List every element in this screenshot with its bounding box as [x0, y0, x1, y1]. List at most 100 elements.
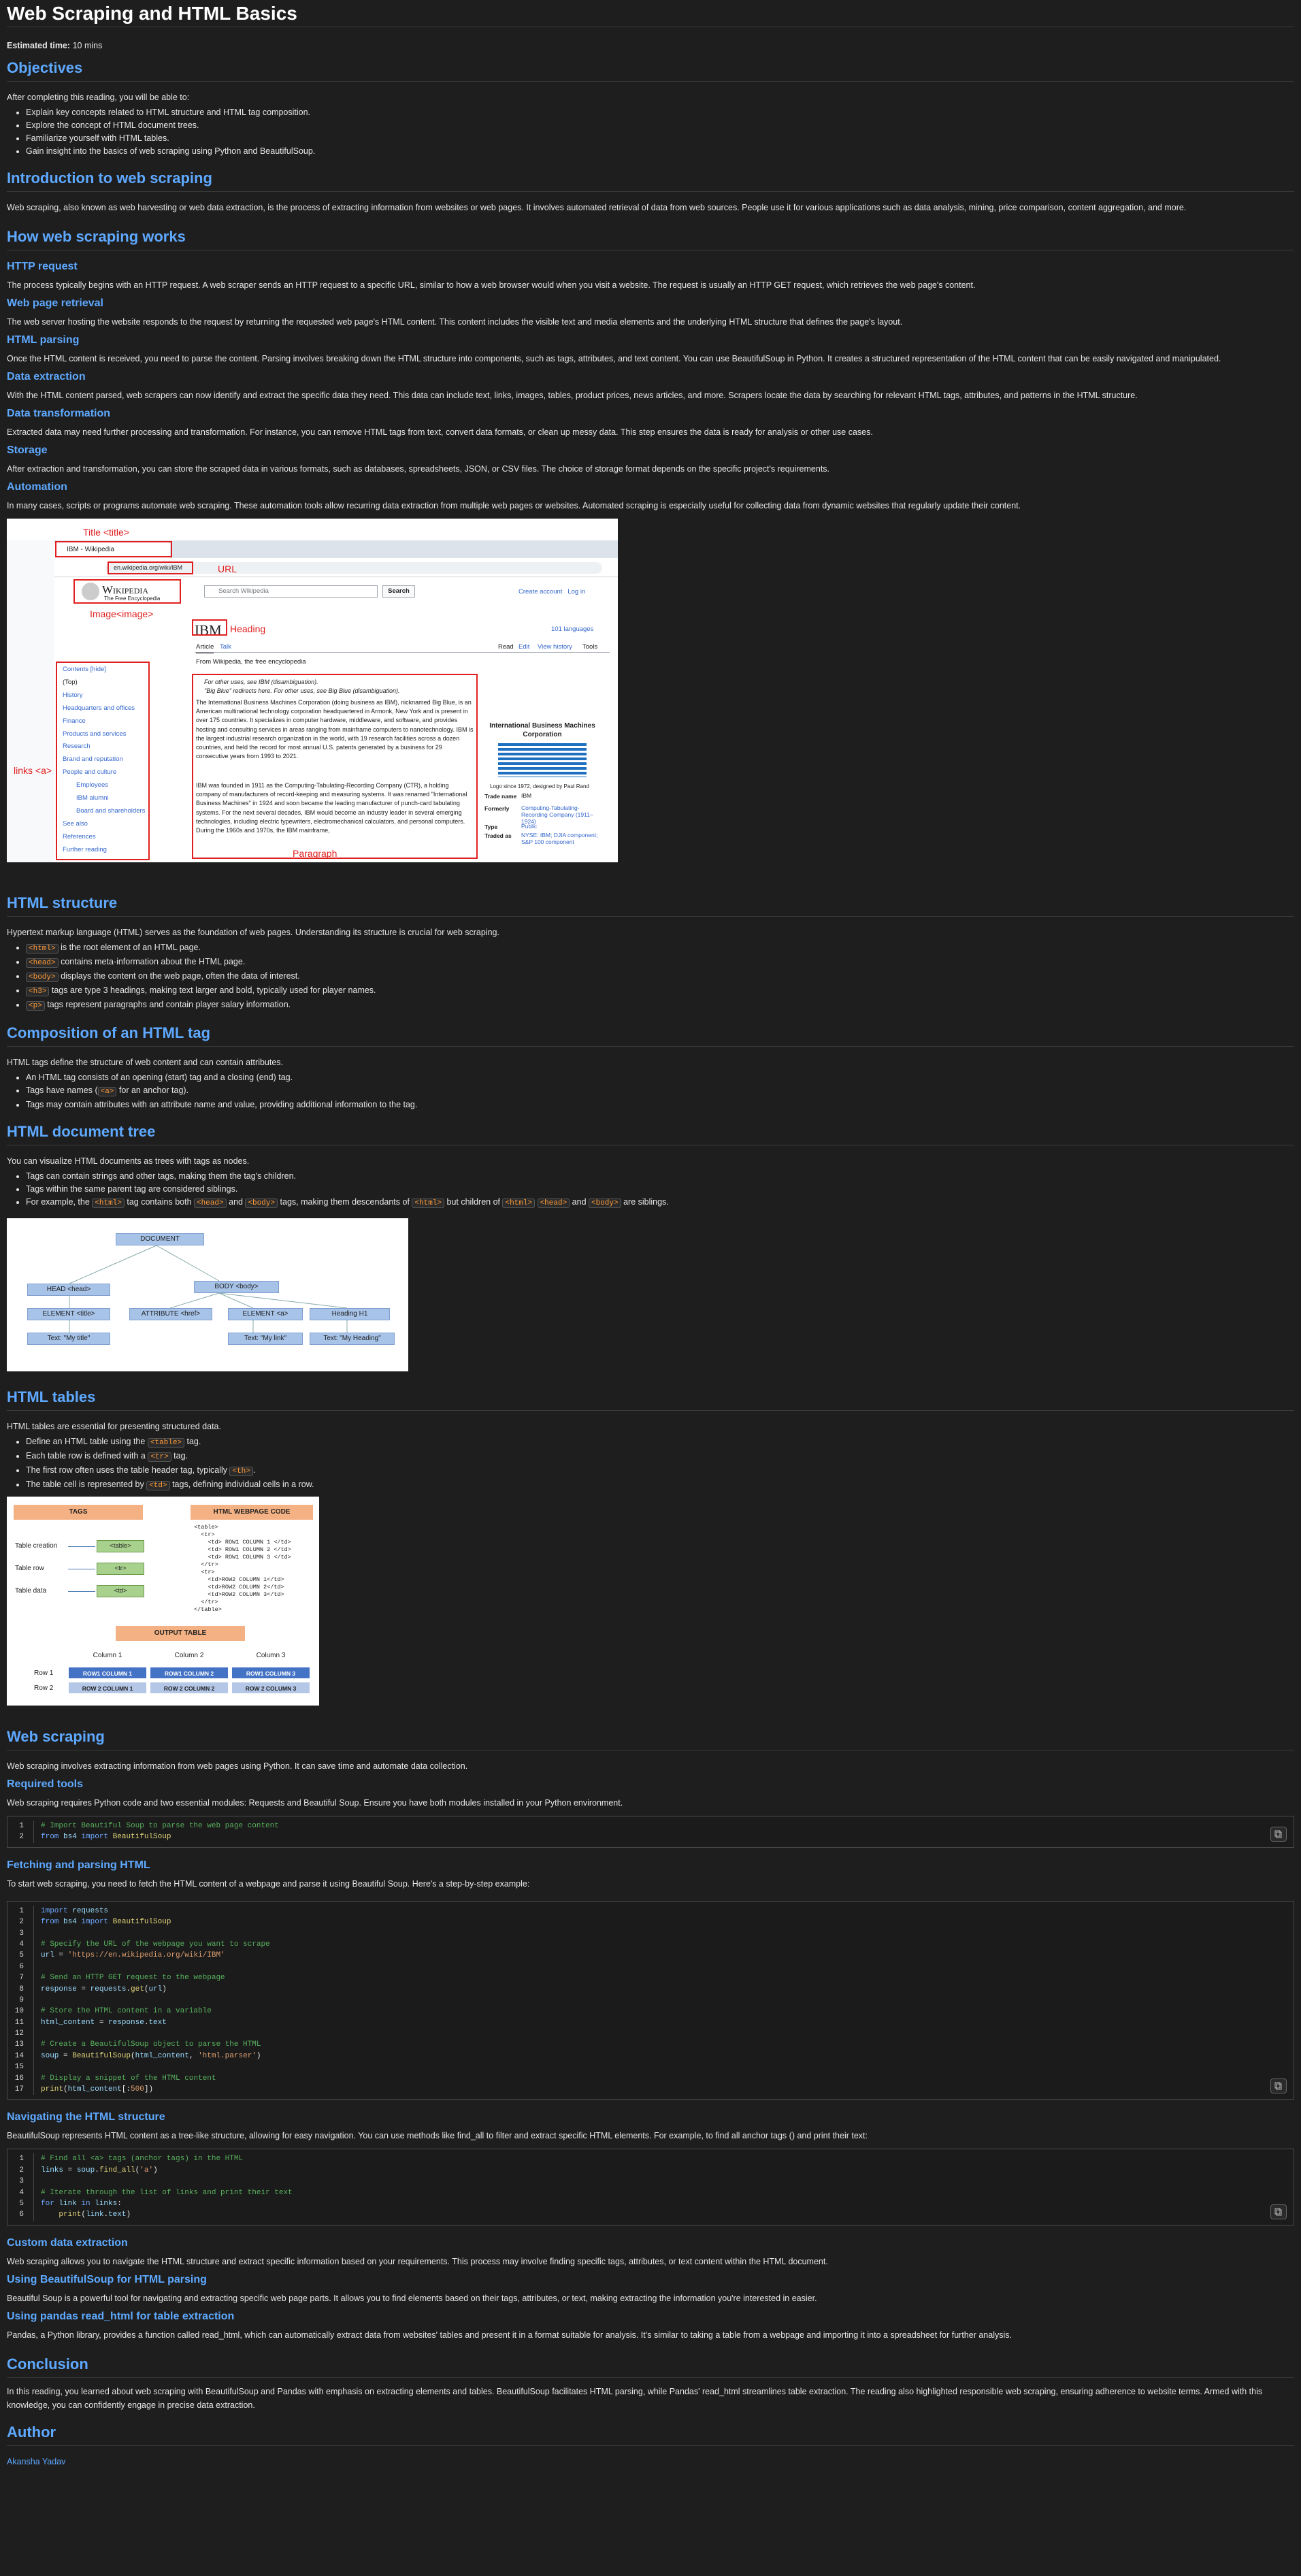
tree-node: HEAD <head> [27, 1284, 110, 1296]
code-line: 13 # Create a BeautifulSoup object to par… [7, 2039, 1294, 2051]
code-line: 8 response = requests.get(url) [7, 1983, 1294, 1995]
copy-code-button[interactable] [1270, 2204, 1287, 2219]
search-input[interactable]: Search Wikipedia [204, 585, 378, 598]
heading-label: Heading [230, 623, 266, 634]
intro-heading: Introduction to web scraping [7, 165, 1294, 192]
code-line: 7 # Send an HTTP GET request to the webpa… [7, 1972, 1294, 1984]
line-number: 7 [19, 1974, 24, 1983]
tab-talk[interactable]: Talk [220, 642, 231, 652]
heading-highlight-box [192, 619, 227, 636]
intro-text: Web scraping, also known as web harvesti… [7, 203, 1187, 212]
infobox-value: Computing-Tabulating-Recording Company (… [521, 804, 593, 825]
estimated-time: Estimated time: 10 mins [7, 41, 103, 50]
tree-heading: HTML document tree [7, 1118, 1294, 1145]
code-line: 1 # Import Beautiful Soup to parse the we… [7, 1821, 1294, 1832]
code-line: 3 [7, 1927, 1294, 1939]
list-item: For example, the <html> tag contains bot… [26, 1196, 1294, 1210]
copy-code-button[interactable] [1270, 2078, 1287, 2094]
action-tools[interactable]: Tools [582, 642, 597, 652]
composition-intro: HTML tags define the structure of web co… [7, 1058, 284, 1067]
structure-list: <html> is the root element of an HTML pa… [7, 941, 1294, 1013]
list-item: Tags can contain strings and other tags,… [26, 1170, 1294, 1183]
tree-list: Tags can contain strings and other tags,… [7, 1170, 1294, 1210]
code-line: 5 for link in links: [7, 2198, 1294, 2210]
tag-box: <table> [97, 1540, 144, 1552]
tables-intro: HTML tables are essential for presenting… [7, 1422, 221, 1431]
output-cell: ROW 2 COLUMN 2 [150, 1682, 229, 1694]
code-block-imports: 1 # Import Beautiful Soup to parse the we… [7, 1816, 1294, 1848]
section-heading: Storage [7, 444, 48, 456]
list-item: The table cell is represented by <td> ta… [26, 1478, 1294, 1493]
tree-node: ELEMENT <title> [27, 1308, 110, 1320]
title-label: Title <title> [83, 527, 129, 538]
line-number: 6 [19, 1962, 24, 1971]
output-cell: ROW1 COLUMN 2 [150, 1667, 229, 1679]
copy-icon [1274, 2208, 1282, 2216]
list-item: An HTML tag consists of an opening (star… [26, 1071, 1294, 1084]
list-item: Tags have names (<a> for an anchor tag). [26, 1084, 1294, 1098]
code-line: <td> ROW1 COLUMN 3 </td> [194, 1554, 291, 1561]
tree-node: ATTRIBUTE <href> [129, 1308, 212, 1320]
code-line: 1 import requests [7, 1905, 1294, 1917]
author-link[interactable]: Akansha Yadav [7, 2457, 65, 2466]
account-links[interactable]: Create account Log in [518, 587, 585, 597]
tags-title: TAGS [14, 1505, 143, 1520]
languages-button[interactable]: 101 languages [551, 625, 593, 634]
action-edit[interactable]: Edit [518, 642, 529, 652]
bs-text: Beautiful Soup is a powerful tool for na… [7, 2293, 817, 2303]
list-item: <p> tags represent paragraphs and contai… [26, 998, 1294, 1013]
tree-node: Text: "My Heading" [310, 1333, 395, 1345]
section-heading: Automation [7, 481, 67, 493]
tag-row-label: Table creation [15, 1542, 58, 1550]
infobox-value: IBM [521, 792, 532, 799]
wikipedia-annotated-figure: IBM - Wikipedia en.wikipedia.org/wiki/IB… [7, 519, 618, 862]
output-col-header: Column 2 [174, 1652, 204, 1659]
code-line: <tr> [194, 1531, 215, 1538]
section-heading: HTML parsing [7, 334, 80, 346]
conclusion-text: In this reading, you learned about web s… [7, 2386, 1263, 2410]
fetch-text: To start web scraping, you need to fetch… [7, 1878, 530, 1889]
url-label: URL [218, 564, 237, 574]
custom-text: Web scraping allows you to navigate the … [7, 2256, 828, 2266]
output-col-header: Column 1 [93, 1652, 122, 1659]
line-number: 5 [19, 2199, 24, 2208]
tree-node: Text: "My link" [228, 1333, 303, 1345]
logo-caption: Logo since 1972, designed by Paul Rand [490, 783, 589, 789]
list-item: <head> contains meta-information about t… [26, 956, 1294, 970]
code-line: 17 print(html_content[:500]) [7, 2084, 1294, 2096]
output-cell: ROW 2 COLUMN 3 [231, 1682, 310, 1694]
code-line: 5 url = 'https://en.wikipedia.org/wiki/IB… [7, 1950, 1294, 1961]
copy-code-button[interactable] [1270, 1826, 1287, 1842]
list-item: <h3> tags are type 3 headings, making te… [26, 984, 1294, 998]
section-text: Extracted data may need further processi… [7, 427, 873, 437]
list-item: Tags may contain attributes with an attr… [26, 1098, 1294, 1111]
copy-icon [1274, 1830, 1282, 1838]
list-item: Explore the concept of HTML document tre… [26, 119, 1294, 132]
code-line: 1 # Find all <a> tags (anchor tags) in th… [7, 2153, 1294, 2165]
author-heading: Author [7, 2419, 1294, 2446]
list-item: Define an HTML table using the <table> t… [26, 1435, 1294, 1450]
list-item: Familiarize yourself with HTML tables. [26, 132, 1294, 145]
line-number: 14 [14, 2051, 24, 2060]
action-history[interactable]: View history [538, 642, 572, 652]
action-read[interactable]: Read [498, 642, 514, 652]
list-item: <body> displays the content on the web p… [26, 970, 1294, 984]
tree-node: Heading H1 [310, 1308, 390, 1320]
section-text: Once the HTML content is received, you n… [7, 354, 1221, 363]
tables-list: Define an HTML table using the <table> t… [7, 1435, 1294, 1493]
url-highlight-box [108, 561, 193, 574]
objectives-list: Explain key concepts related to HTML str… [7, 106, 1294, 158]
document-tree-figure: DOCUMENT HEAD <head> BODY <body> ELEMENT… [7, 1218, 408, 1371]
section-heading: Web page retrieval [7, 297, 103, 309]
code-line: 2 from bs4 import BeautifulSoup [7, 1917, 1294, 1928]
line-number: 16 [14, 2074, 24, 2083]
line-number: 3 [19, 2177, 24, 2186]
line-number: 4 [19, 1940, 24, 1949]
custom-heading: Custom data extraction [7, 2236, 128, 2249]
navigate-heading: Navigating the HTML structure [7, 2111, 165, 2123]
line-number: 13 [14, 2040, 24, 2049]
objectives-intro: After completing this reading, you will … [7, 93, 190, 102]
tools-text: Web scraping requires Python code and tw… [7, 1798, 623, 1808]
code-line: 14 soup = BeautifulSoup(html_content, 'ht… [7, 2050, 1294, 2062]
search-button[interactable]: Search [382, 585, 415, 598]
